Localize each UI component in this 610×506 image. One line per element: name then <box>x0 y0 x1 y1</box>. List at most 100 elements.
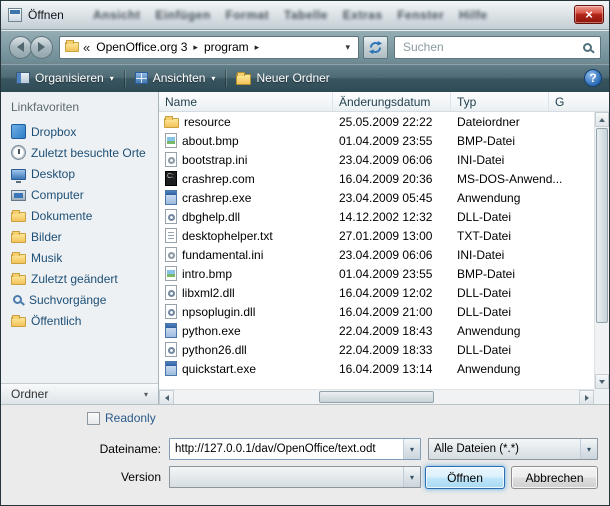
file-name: about.bmp <box>182 134 239 148</box>
horizontal-scroll-thumb[interactable] <box>319 391 434 403</box>
settings-file-icon <box>165 247 177 262</box>
file-row-crashrep-exe[interactable]: crashrep.exe 23.04.2009 05:45 Anwendung <box>159 188 594 207</box>
file-type: INI-Datei <box>451 248 594 262</box>
file-date: 23.04.2009 06:06 <box>333 248 451 262</box>
column-header-type[interactable]: Typ <box>451 92 549 111</box>
close-button[interactable]: × <box>574 5 604 24</box>
file-row-intro-bmp[interactable]: intro.bmp 01.04.2009 23:55 BMP-Datei <box>159 264 594 283</box>
file-date: 23.04.2009 05:45 <box>333 191 451 205</box>
favorites-list: Dropbox Zuletzt besuchte Orte Desktop Co… <box>1 121 158 331</box>
filetype-value: Alle Dateien (*.*) <box>429 443 580 455</box>
scroll-left-button[interactable] <box>159 390 174 404</box>
refresh-icon <box>368 40 383 55</box>
sidebar-item-suchvorg-nge[interactable]: Suchvorgänge <box>1 289 158 310</box>
filetype-combobox[interactable]: Alle Dateien (*.*) ▾ <box>428 438 598 460</box>
recently-changed-icon <box>11 275 26 285</box>
file-name-cell: python26.dll <box>159 342 333 357</box>
file-list-pane: Name Änderungsdatum Typ G resource 25.05… <box>159 92 609 404</box>
scroll-down-button[interactable] <box>595 374 609 389</box>
sidebar-item-zuletzt-besuchte-orte[interactable]: Zuletzt besuchte Orte <box>1 142 158 163</box>
sidebar-item-computer[interactable]: Computer <box>1 184 158 205</box>
search-icon[interactable] <box>583 43 592 52</box>
address-dropdown-icon[interactable]: ▾ <box>342 42 353 53</box>
file-row-libxml2-dll[interactable]: libxml2.dll 16.04.2009 12:02 DLL-Datei <box>159 283 594 302</box>
file-type: Anwendung <box>451 324 594 338</box>
filename-input[interactable] <box>170 439 403 459</box>
vertical-scroll-thumb[interactable] <box>596 128 608 323</box>
file-row-bootstrap-ini[interactable]: bootstrap.ini 23.04.2009 06:06 INI-Datei <box>159 150 594 169</box>
scroll-up-button[interactable] <box>595 112 609 127</box>
help-button[interactable]: ? <box>584 69 602 87</box>
file-row-python26-dll[interactable]: python26.dll 22.04.2009 18:33 DLL-Datei <box>159 340 594 359</box>
sidebar-item-bilder[interactable]: Bilder <box>1 226 158 247</box>
sidebar-item-label: Suchvorgänge <box>29 293 106 307</box>
column-header-size[interactable]: G <box>549 92 609 111</box>
file-row-crashrep-com[interactable]: crashrep.com 16.04.2009 20:36 MS-DOS-Anw… <box>159 169 594 188</box>
file-row-dbghelp-dll[interactable]: dbghelp.dll 14.12.2002 12:32 DLL-Datei <box>159 207 594 226</box>
app-file-icon <box>165 323 177 338</box>
folders-bar-label: Ordner <box>11 387 48 401</box>
column-header-name[interactable]: Name <box>159 92 333 111</box>
scroll-right-button[interactable] <box>579 390 594 404</box>
history-buttons <box>9 36 53 59</box>
file-row-desktophelper-txt[interactable]: desktophelper.txt 27.01.2009 13:00 TXT-D… <box>159 226 594 245</box>
cancel-button[interactable]: Abbrechen <box>511 466 598 489</box>
breadcrumb-overflow-button[interactable]: « <box>83 40 90 55</box>
file-rows: resource 25.05.2009 22:22 Dateiordner ab… <box>159 112 594 389</box>
vertical-scrollbar[interactable] <box>594 112 609 389</box>
file-name: crashrep.com <box>182 172 255 186</box>
sidebar-item-zuletzt-ge-ndert[interactable]: Zuletzt geändert <box>1 268 158 289</box>
file-type: DLL-Datei <box>451 210 594 224</box>
sidebar-item-musik[interactable]: Musik <box>1 247 158 268</box>
sidebar-item-dropbox[interactable]: Dropbox <box>1 121 158 142</box>
readonly-label: Readonly <box>105 411 156 425</box>
version-combobox[interactable]: ▾ <box>169 466 421 488</box>
search-input[interactable] <box>401 39 583 55</box>
file-name: crashrep.exe <box>182 191 251 205</box>
file-row-npsoplugin-dll[interactable]: npsoplugin.dll 16.04.2009 21:00 DLL-Date… <box>159 302 594 321</box>
views-button[interactable]: Ansichten ▾ <box>127 68 224 88</box>
sidebar-item-label: Öffentlich <box>31 314 81 328</box>
readonly-row[interactable]: Readonly <box>87 411 156 425</box>
scroll-right-icon <box>585 395 589 401</box>
breadcrumb-segment-openoffice[interactable]: OpenOffice.org 3 <box>94 39 189 55</box>
readonly-checkbox[interactable] <box>87 412 100 425</box>
settings-file-icon <box>165 152 177 167</box>
open-button[interactable]: Öffnen <box>425 466 505 489</box>
file-date: 01.04.2009 23:55 <box>333 267 451 281</box>
new-folder-button[interactable]: Neuer Ordner <box>228 68 337 88</box>
folders-bar[interactable]: Ordner ▾ <box>1 383 158 404</box>
column-header-date[interactable]: Änderungsdatum <box>333 92 451 111</box>
filename-dropdown-button[interactable]: ▾ <box>403 439 420 459</box>
file-row-fundamental-ini[interactable]: fundamental.ini 23.04.2009 06:06 INI-Dat… <box>159 245 594 264</box>
breadcrumb-separator-icon[interactable]: ▸ <box>255 42 260 53</box>
file-date: 16.04.2009 20:36 <box>333 172 451 186</box>
app-file-icon <box>165 190 177 205</box>
refresh-button[interactable] <box>363 36 388 59</box>
back-button[interactable] <box>9 36 32 59</box>
sidebar-item-ffentlich[interactable]: Öffentlich <box>1 310 158 331</box>
close-icon: × <box>585 7 593 22</box>
views-label: Ansichten <box>153 71 206 85</box>
recent-places-icon <box>11 145 26 160</box>
breadcrumb-separator-icon[interactable]: ▸ <box>193 42 198 53</box>
sidebar-item-label: Desktop <box>31 167 75 181</box>
filename-combobox[interactable]: ▾ <box>169 438 421 460</box>
breadcrumb-segment-program[interactable]: program <box>202 39 251 55</box>
file-row-about-bmp[interactable]: about.bmp 01.04.2009 23:55 BMP-Datei <box>159 131 594 150</box>
command-toolbar: Organisieren ▾ Ansichten ▾ Neuer Ordner … <box>1 64 609 92</box>
file-name-cell: desktophelper.txt <box>159 228 333 243</box>
horizontal-scrollbar[interactable] <box>159 389 594 404</box>
titlebar[interactable]: Ansicht Einfügen Format Tabelle Extras F… <box>1 1 609 30</box>
forward-button[interactable] <box>30 36 53 59</box>
organize-button[interactable]: Organisieren ▾ <box>8 68 122 88</box>
file-row-python-exe[interactable]: python.exe 22.04.2009 18:43 Anwendung <box>159 321 594 340</box>
file-row-quickstart-exe[interactable]: quickstart.exe 16.04.2009 13:14 Anwendun… <box>159 359 594 378</box>
file-name-cell: resource <box>159 115 333 129</box>
address-bar[interactable]: « OpenOffice.org 3 ▸ program ▸ ▾ <box>59 36 359 59</box>
filetype-dropdown-button[interactable]: ▾ <box>580 439 597 459</box>
sidebar-item-desktop[interactable]: Desktop <box>1 163 158 184</box>
sidebar-item-dokumente[interactable]: Dokumente <box>1 205 158 226</box>
version-dropdown-button[interactable]: ▾ <box>403 467 420 487</box>
file-row-resource[interactable]: resource 25.05.2009 22:22 Dateiordner <box>159 112 594 131</box>
